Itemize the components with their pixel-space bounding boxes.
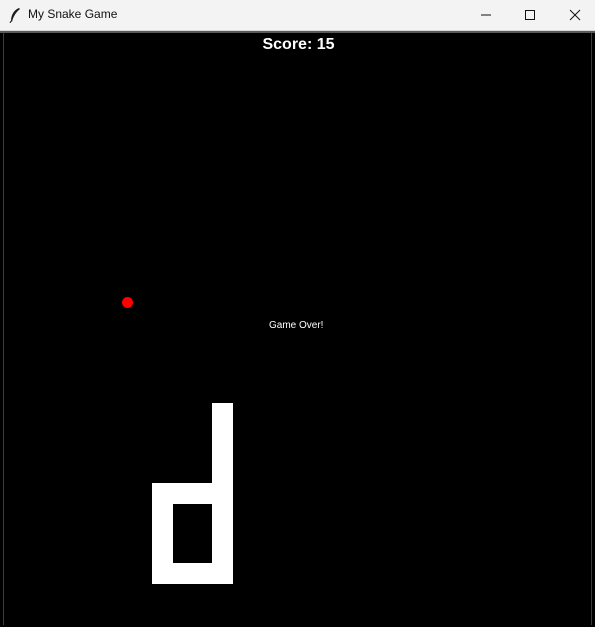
game-over-message: Game Over! xyxy=(269,320,324,331)
close-button[interactable] xyxy=(552,0,595,30)
minimize-button[interactable] xyxy=(463,0,509,30)
score-label: Score: 15 xyxy=(262,36,335,53)
minimize-icon xyxy=(481,14,491,16)
close-icon xyxy=(569,9,581,21)
game-canvas[interactable]: Score: 15 Game Over! xyxy=(3,33,592,625)
maximize-icon xyxy=(525,10,535,20)
window-title: My Snake Game xyxy=(28,7,118,21)
food-dot xyxy=(122,297,133,308)
game-window: My Snake Game Score: 15 Game Over! xyxy=(0,0,595,627)
feather-icon xyxy=(9,8,20,23)
title-bar[interactable]: My Snake Game xyxy=(0,0,595,31)
maximize-button[interactable] xyxy=(507,0,553,30)
snake-segment xyxy=(152,563,233,584)
